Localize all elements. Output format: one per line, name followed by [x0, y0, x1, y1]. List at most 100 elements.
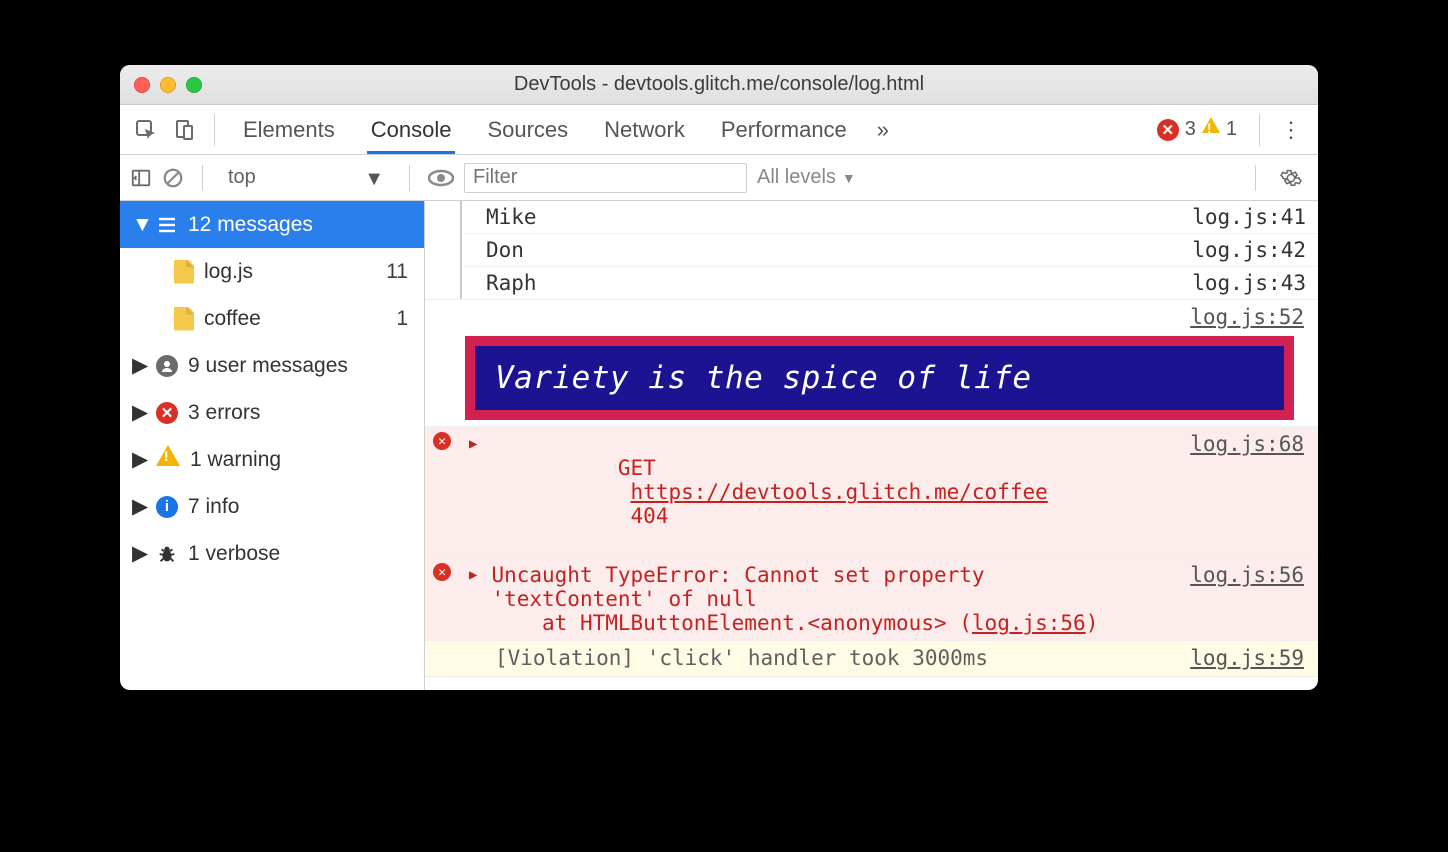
warning-badge-icon — [1202, 117, 1220, 133]
sidebar-file-logjs[interactable]: log.js 11 — [120, 248, 424, 295]
chevron-right-icon: ▶ — [132, 494, 146, 519]
close-window-button[interactable] — [134, 77, 150, 93]
sidebar-item-messages[interactable]: ▼ 12 messages — [120, 201, 424, 248]
log-source-link[interactable]: log.js:41 — [1192, 205, 1306, 229]
sidebar-group-label: 1 warning — [190, 448, 412, 472]
request-url[interactable]: https://devtools.glitch.me/coffee — [631, 480, 1048, 504]
status-badges[interactable]: ✕ 3 1 — [1157, 118, 1237, 141]
log-source-link[interactable]: log.js:56 — [1190, 563, 1306, 587]
log-entry-network-error[interactable]: ✕ ▶ GET https://devtools.glitch.me/coffe… — [425, 427, 1318, 558]
window-title: DevTools - devtools.glitch.me/console/lo… — [120, 73, 1318, 96]
stack-source-link[interactable]: log.js:56 — [972, 611, 1086, 635]
log-entry[interactable]: Mike log.js:41 — [462, 201, 1318, 234]
sidebar-item-user-messages[interactable]: ▶ 9 user messages — [120, 342, 424, 389]
tab-sources[interactable]: Sources — [483, 107, 572, 152]
console-output: Mike log.js:41 Don log.js:42 Raph log.js… — [425, 201, 1318, 690]
log-text: Mike — [486, 205, 1192, 229]
log-entry[interactable]: Raph log.js:43 — [462, 267, 1318, 299]
sidebar-item-errors[interactable]: ▶ ✕ 3 errors — [120, 389, 424, 436]
sidebar-item-info[interactable]: ▶ i 7 info — [120, 483, 424, 530]
devtools-tabbar: Elements Console Sources Network Perform… — [120, 105, 1318, 155]
sidebar-file-coffee[interactable]: coffee 1 — [120, 295, 424, 342]
levels-label: All levels — [757, 166, 836, 189]
log-entry[interactable]: Don log.js:42 — [462, 234, 1318, 267]
list-icon — [156, 216, 178, 234]
tabs-overflow-button[interactable]: » — [877, 117, 889, 143]
tab-elements[interactable]: Elements — [239, 107, 339, 152]
titlebar: DevTools - devtools.glitch.me/console/lo… — [120, 65, 1318, 105]
chevron-right-icon: ▶ — [132, 400, 146, 425]
http-method: GET — [618, 456, 656, 480]
chevron-down-icon: ▼ — [364, 168, 384, 191]
context-value: top — [228, 166, 256, 188]
error-icon: ✕ — [433, 563, 451, 581]
log-levels-selector[interactable]: All levels ▼ — [757, 166, 856, 189]
banner-text: Variety is the spice of life — [475, 346, 1284, 410]
log-source-link[interactable]: log.js:42 — [1192, 238, 1306, 262]
sidebar-group-label: 3 errors — [188, 401, 412, 425]
log-text: Raph — [486, 271, 1192, 295]
log-source-link[interactable]: log.js:52 — [1190, 305, 1306, 329]
chevron-down-icon: ▼ — [842, 170, 856, 186]
clear-console-icon[interactable] — [162, 167, 184, 189]
http-status: 404 — [631, 504, 669, 528]
settings-icon[interactable] — [1274, 167, 1308, 189]
log-source-link[interactable]: log.js:59 — [1190, 646, 1306, 670]
console-toolbar: top ▼ All levels ▼ — [120, 155, 1318, 201]
log-entry-violation[interactable]: [Violation] 'click' handler took 3000ms … — [425, 641, 1318, 677]
sidebar-file-name: coffee — [204, 307, 386, 331]
sidebar-messages-label: 12 messages — [188, 213, 412, 237]
sidebar-item-verbose[interactable]: ▶ 1 verbose — [120, 530, 424, 577]
error-message: Uncaught TypeError: Cannot set property … — [491, 563, 1180, 635]
disclosure-triangle-icon[interactable]: ▶ — [469, 567, 477, 583]
chevron-right-icon: ▶ — [132, 353, 146, 378]
sidebar-group-label: 1 verbose — [188, 542, 412, 566]
tab-performance[interactable]: Performance — [717, 107, 851, 152]
chevron-down-icon: ▼ — [132, 213, 146, 237]
log-entry-type-error[interactable]: ✕ ▶ Uncaught TypeError: Cannot set prope… — [425, 558, 1318, 641]
tab-network[interactable]: Network — [600, 107, 689, 152]
log-source-link[interactable]: log.js:68 — [1190, 432, 1306, 456]
log-entry-banner[interactable]: log.js:52 — [425, 300, 1318, 336]
bug-icon — [156, 543, 178, 565]
console-main: ▼ 12 messages log.js 11 coffee 1 ▶ 9 use… — [120, 201, 1318, 690]
chevron-right-icon: ▶ — [132, 541, 146, 566]
file-icon — [174, 307, 194, 331]
sidebar-file-count: 1 — [396, 307, 412, 331]
kebab-menu-icon[interactable]: ⋮ — [1274, 117, 1308, 143]
tab-console[interactable]: Console — [367, 107, 456, 154]
devtools-window: DevTools - devtools.glitch.me/console/lo… — [120, 65, 1318, 690]
toggle-sidebar-icon[interactable] — [130, 167, 152, 189]
device-toolbar-icon[interactable] — [168, 114, 200, 146]
filter-input[interactable] — [464, 163, 747, 193]
warning-count: 1 — [1226, 118, 1237, 141]
warning-icon — [156, 445, 180, 466]
info-icon: i — [156, 496, 178, 518]
context-selector[interactable]: top ▼ — [221, 163, 391, 192]
window-controls — [134, 77, 202, 93]
minimize-window-button[interactable] — [160, 77, 176, 93]
panel-tabs: Elements Console Sources Network Perform… — [239, 107, 851, 152]
disclosure-triangle-icon[interactable]: ▶ — [469, 436, 477, 452]
live-expression-icon[interactable] — [428, 169, 454, 187]
styled-log-banner: Variety is the spice of life — [425, 336, 1318, 427]
console-prompt[interactable]: › — [425, 677, 1318, 690]
zoom-window-button[interactable] — [186, 77, 202, 93]
log-text: Don — [486, 238, 1192, 262]
file-icon — [174, 260, 194, 284]
error-count: 3 — [1185, 118, 1196, 141]
log-group: Mike log.js:41 Don log.js:42 Raph log.js… — [425, 201, 1318, 300]
chevron-right-icon: ▶ — [132, 447, 146, 472]
sidebar-file-count: 11 — [386, 260, 412, 284]
user-icon — [156, 355, 178, 377]
violation-text: [Violation] 'click' handler took 3000ms — [495, 646, 1180, 670]
log-source-link[interactable]: log.js:43 — [1192, 271, 1306, 295]
error-icon: ✕ — [156, 402, 178, 424]
sidebar-item-warnings[interactable]: ▶ 1 warning — [120, 436, 424, 483]
sidebar-group-label: 9 user messages — [188, 354, 412, 378]
error-icon: ✕ — [433, 432, 451, 450]
inspect-element-icon[interactable] — [130, 114, 162, 146]
error-badge-icon: ✕ — [1157, 119, 1179, 141]
console-sidebar: ▼ 12 messages log.js 11 coffee 1 ▶ 9 use… — [120, 201, 425, 690]
sidebar-group-label: 7 info — [188, 495, 412, 519]
